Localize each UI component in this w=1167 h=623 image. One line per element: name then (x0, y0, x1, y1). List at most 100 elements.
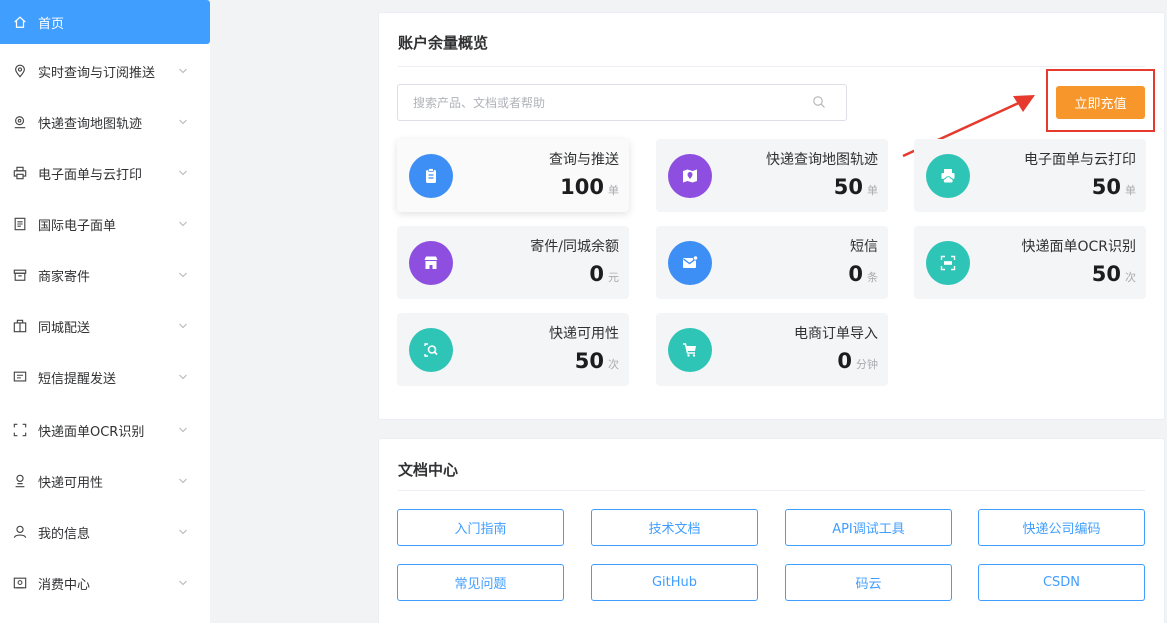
sidebar-item-home[interactable]: 首页 (0, 0, 210, 44)
tile-name: 电子面单与云打印 (1024, 152, 1136, 168)
delivery-status-icon (12, 473, 28, 489)
tile-value-unit: 条 (867, 271, 878, 284)
tile-value: 50 单 (1092, 175, 1136, 199)
sidebar-item-map-track[interactable]: 快递查询地图轨迹 (0, 100, 210, 144)
chevron-down-icon (178, 65, 190, 77)
sidebar-item-my-info[interactable]: 我的信息 (0, 510, 210, 554)
tile-value-number: 50 (1091, 262, 1121, 286)
tile-name: 电商订单导入 (794, 326, 878, 342)
document-icon (12, 216, 28, 232)
chevron-down-icon (178, 269, 190, 281)
tile-value-number: 50 (1091, 175, 1121, 199)
scan-icon (12, 422, 28, 438)
sidebar-item-availability[interactable]: 快递可用性 (0, 459, 210, 503)
sidebar-item-billing[interactable]: 消费中心 (0, 561, 210, 605)
balance-tile-sms[interactable]: 短信 0条 (656, 226, 888, 299)
balance-tile-map-track[interactable]: 快递查询地图轨迹 50 单 (656, 139, 888, 212)
sidebar-item-ocr[interactable]: 快递面单OCR识别 (0, 408, 210, 452)
sidebar-item-e-waybill[interactable]: 电子面单与云打印 (0, 151, 210, 195)
map-icon (668, 154, 712, 198)
balance-tile-cloud-print[interactable]: 电子面单与云打印 50 单 (914, 139, 1146, 212)
doc-link-tech-docs[interactable]: 技术文档 (591, 509, 758, 546)
tile-value-unit: 次 (1125, 271, 1136, 284)
balance-tile-ocr[interactable]: 快递面单OCR识别 50 次 (914, 226, 1146, 299)
divider (398, 490, 1145, 491)
tile-value: 50 次 (1092, 262, 1136, 286)
ocr-icon (926, 241, 970, 285)
search-doc-icon (409, 328, 453, 372)
tile-value: 50 次 (575, 349, 619, 373)
balance-overview-title: 账户余量概览 (398, 34, 489, 52)
chevron-down-icon (178, 371, 190, 383)
tile-value-number: 0 (848, 262, 863, 286)
tile-value: 100 单 (560, 175, 619, 199)
tile-name: 寄件/同城余额 (530, 239, 619, 255)
tile-value-number: 100 (560, 175, 604, 199)
doc-link-faq[interactable]: 常见问题 (397, 564, 564, 601)
tile-value-unit: 分钟 (856, 358, 878, 371)
tile-name: 短信 (850, 239, 878, 255)
balance-tile-availability[interactable]: 快递可用性 50 次 (397, 313, 629, 386)
sidebar-item-intl-waybill[interactable]: 国际电子面单 (0, 202, 210, 246)
divider (398, 66, 1145, 67)
tile-value-unit: 单 (867, 184, 878, 197)
location-icon (12, 63, 28, 79)
chevron-down-icon (178, 167, 190, 179)
wallet-icon (12, 575, 28, 591)
balance-tile-shipping-balance[interactable]: 寄件/同城余额 0元 (397, 226, 629, 299)
tile-value: 0元 (589, 262, 619, 286)
tile-value-unit: 次 (608, 358, 619, 371)
tile-value-unit: 单 (1125, 184, 1136, 197)
tile-value: 50 单 (834, 175, 878, 199)
package-icon (12, 318, 28, 334)
tile-value-number: 0 (589, 262, 604, 286)
balance-tile-ecommerce-import[interactable]: 电商订单导入 0 分钟 (656, 313, 888, 386)
doc-link-getting-started[interactable]: 入门指南 (397, 509, 564, 546)
home-icon (12, 14, 28, 30)
chevron-down-icon (178, 526, 190, 538)
tile-value-number: 50 (833, 175, 863, 199)
tile-name: 快递可用性 (549, 326, 619, 342)
tile-value-number: 50 (574, 349, 604, 373)
chevron-down-icon (178, 218, 190, 230)
tile-name: 快递查询地图轨迹 (766, 152, 878, 168)
doc-link-github[interactable]: GitHub (591, 564, 758, 601)
cart-icon (668, 328, 712, 372)
printer-icon (12, 165, 28, 181)
doc-link-api-debug[interactable]: API调试工具 (785, 509, 952, 546)
tile-value-unit: 元 (608, 271, 619, 284)
message-icon (12, 369, 28, 385)
store-icon (409, 241, 453, 285)
box-icon (12, 267, 28, 283)
search-input[interactable]: 搜索产品、文档或者帮助 (397, 84, 847, 121)
chevron-down-icon (178, 577, 190, 589)
clipboard-icon (409, 154, 453, 198)
cloud-print-icon (926, 154, 970, 198)
tile-value: 0条 (848, 262, 878, 286)
chevron-down-icon (178, 424, 190, 436)
sidebar-item-local-delivery[interactable]: 同城配送 (0, 304, 210, 348)
sidebar-item-merchant-shipping[interactable]: 商家寄件 (0, 253, 210, 297)
recharge-button[interactable]: 立即充值 (1056, 86, 1145, 119)
tile-value: 0 分钟 (837, 349, 878, 373)
tile-name: 查询与推送 (549, 152, 619, 168)
balance-tile-query-push[interactable]: 查询与推送 100 单 (397, 139, 629, 212)
tile-value-number: 0 (837, 349, 852, 373)
tile-value-unit: 单 (608, 184, 619, 197)
doc-link-gitee[interactable]: 码云 (785, 564, 952, 601)
chevron-down-icon (178, 116, 190, 128)
chevron-down-icon (178, 475, 190, 487)
map-search-icon (12, 114, 28, 130)
search-icon[interactable] (812, 95, 826, 109)
sidebar-item-sms-reminder[interactable]: 短信提醒发送 (0, 355, 210, 399)
search-placeholder: 搜索产品、文档或者帮助 (413, 96, 546, 110)
doc-link-courier-codes[interactable]: 快递公司编码 (978, 509, 1145, 546)
sidebar-item-label: 首页 (38, 16, 65, 32)
envelope-icon (668, 241, 712, 285)
docs-center-title: 文档中心 (398, 461, 459, 479)
tile-name: 快递面单OCR识别 (1021, 239, 1136, 255)
user-icon (12, 524, 28, 540)
doc-link-csdn[interactable]: CSDN (978, 564, 1145, 601)
sidebar-item-realtime-query[interactable]: 实时查询与订阅推送 (0, 49, 210, 93)
chevron-down-icon (178, 320, 190, 332)
